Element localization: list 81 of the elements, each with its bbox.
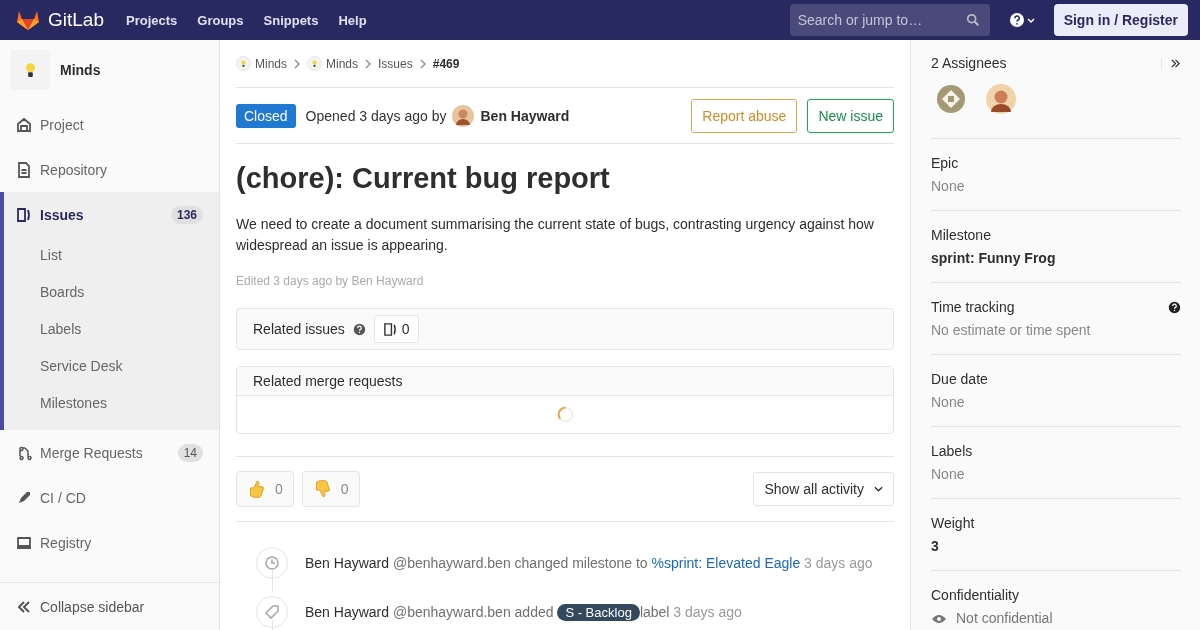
issues-icon	[16, 206, 32, 223]
sign-in-button[interactable]: Sign in / Register	[1053, 4, 1188, 36]
breadcrumb-link[interactable]: Minds	[326, 56, 359, 71]
project-avatar-icon	[307, 56, 322, 71]
sidebar-subitem[interactable]: Milestones	[4, 385, 219, 422]
field-label: Milestone	[931, 227, 991, 243]
breadcrumb-link[interactable]: Minds	[255, 56, 287, 71]
label-tag[interactable]: S - Backlog	[557, 603, 640, 621]
nav-link[interactable]: Groups	[197, 12, 244, 28]
issue-description: We need to create a document summarising the current state of bugs, contrasting urgency against how widespread an issue is appearing.	[236, 215, 875, 255]
field-value: 3	[931, 538, 939, 555]
field-label: Epic	[931, 155, 959, 171]
action-button[interactable]: New issue	[807, 98, 894, 133]
help-dropdown-icon[interactable]	[1007, 12, 1038, 28]
logo-icon[interactable]	[16, 9, 40, 31]
chevron-icon	[418, 58, 427, 69]
avatar-icon[interactable]	[986, 84, 1016, 114]
merge-icon	[16, 444, 32, 461]
loading-spinner-icon	[556, 406, 574, 423]
brand-name[interactable]: GitLab	[48, 9, 104, 31]
field-label: Labels	[931, 443, 973, 459]
tag-icon	[256, 595, 288, 628]
search-field[interactable]: Search or jump to…	[789, 4, 990, 36]
eye-icon	[931, 613, 947, 624]
sidebar-item[interactable]: Project	[0, 102, 219, 147]
activity-note: Ben Hayward @benhayward.ben changed milestone to %sprint: Elevated Eagle 3 days ago	[305, 554, 873, 571]
sidebar-subitem[interactable]: Service Desk	[4, 348, 219, 385]
breadcrumb-link[interactable]: #469	[432, 56, 460, 71]
reaction-button[interactable]: 0	[236, 471, 294, 507]
field-label: Due date	[931, 371, 988, 387]
field-value: sprint: Funny Frog	[931, 250, 1056, 267]
sidebar-subitem[interactable]: Labels	[4, 311, 219, 348]
count-badge: 136	[170, 205, 203, 224]
project-avatar-icon	[236, 56, 251, 71]
home-icon	[16, 116, 32, 133]
field-label: Time tracking	[931, 299, 1015, 315]
panel-title: Related merge requests	[237, 367, 893, 396]
sidebar-item[interactable]: Repository	[0, 147, 219, 192]
search-icon	[965, 13, 980, 27]
expand-sidebar-icon[interactable]	[1161, 57, 1181, 69]
doc-icon	[16, 161, 32, 178]
caret-icon	[874, 486, 883, 492]
field-value: None	[931, 394, 965, 411]
panel-title: Related issues	[253, 321, 345, 337]
count-badge: 14	[177, 443, 203, 462]
sidebar-subitem[interactable]: List	[4, 237, 219, 274]
sidebar-subitem[interactable]: Boards	[4, 274, 219, 311]
nav-link[interactable]: Projects	[126, 12, 178, 28]
help-icon[interactable]	[1168, 300, 1181, 314]
project-name[interactable]: Minds	[60, 62, 101, 78]
assignees-title: 2 Assignees	[931, 55, 1007, 71]
field-value: None	[931, 466, 965, 483]
issue-title: (chore): Current bug report	[236, 161, 611, 196]
issue-count-badge: 0	[373, 315, 419, 343]
reaction-button[interactable]: 0	[301, 471, 360, 507]
avatar-icon[interactable]	[936, 84, 966, 114]
sidebar-item[interactable]: Issues 136	[4, 192, 219, 237]
thumbs-up-icon	[247, 479, 265, 499]
chevron-icon	[293, 58, 301, 69]
sidebar-item[interactable]: CI / CD	[0, 475, 219, 520]
field-label: Weight	[931, 515, 975, 531]
field-value: Not confidential	[956, 610, 1053, 627]
sidebar-item[interactable]: Registry	[0, 520, 219, 565]
field-label: Confidentiality	[931, 587, 1019, 603]
nav-link[interactable]: Snippets	[263, 12, 319, 28]
registry-icon	[16, 534, 32, 551]
status-badge: Closed	[236, 103, 296, 128]
field-value: None	[931, 178, 965, 195]
sidebar-item[interactable]: Merge Requests 14	[0, 430, 219, 475]
author-link[interactable]: Ben Hayward	[480, 107, 570, 124]
activity-filter-dropdown[interactable]: Show all activity	[753, 472, 894, 506]
avatar-icon[interactable]	[452, 104, 475, 127]
nav-link[interactable]: Help	[338, 12, 367, 28]
opened-text: Opened 3 days ago by	[305, 107, 447, 124]
chevron-icon	[364, 58, 373, 69]
collapse-icon	[16, 598, 32, 615]
help-icon[interactable]	[352, 322, 366, 336]
breadcrumb-link[interactable]: Issues	[378, 56, 413, 71]
edited-note: Edited 3 days ago by Ben Hayward	[236, 274, 425, 288]
milestone-link[interactable]: %sprint: Elevated Eagle	[651, 554, 801, 571]
activity-note: Ben Hayward @benhayward.ben added S - Backlog label 3 days ago	[305, 603, 742, 620]
